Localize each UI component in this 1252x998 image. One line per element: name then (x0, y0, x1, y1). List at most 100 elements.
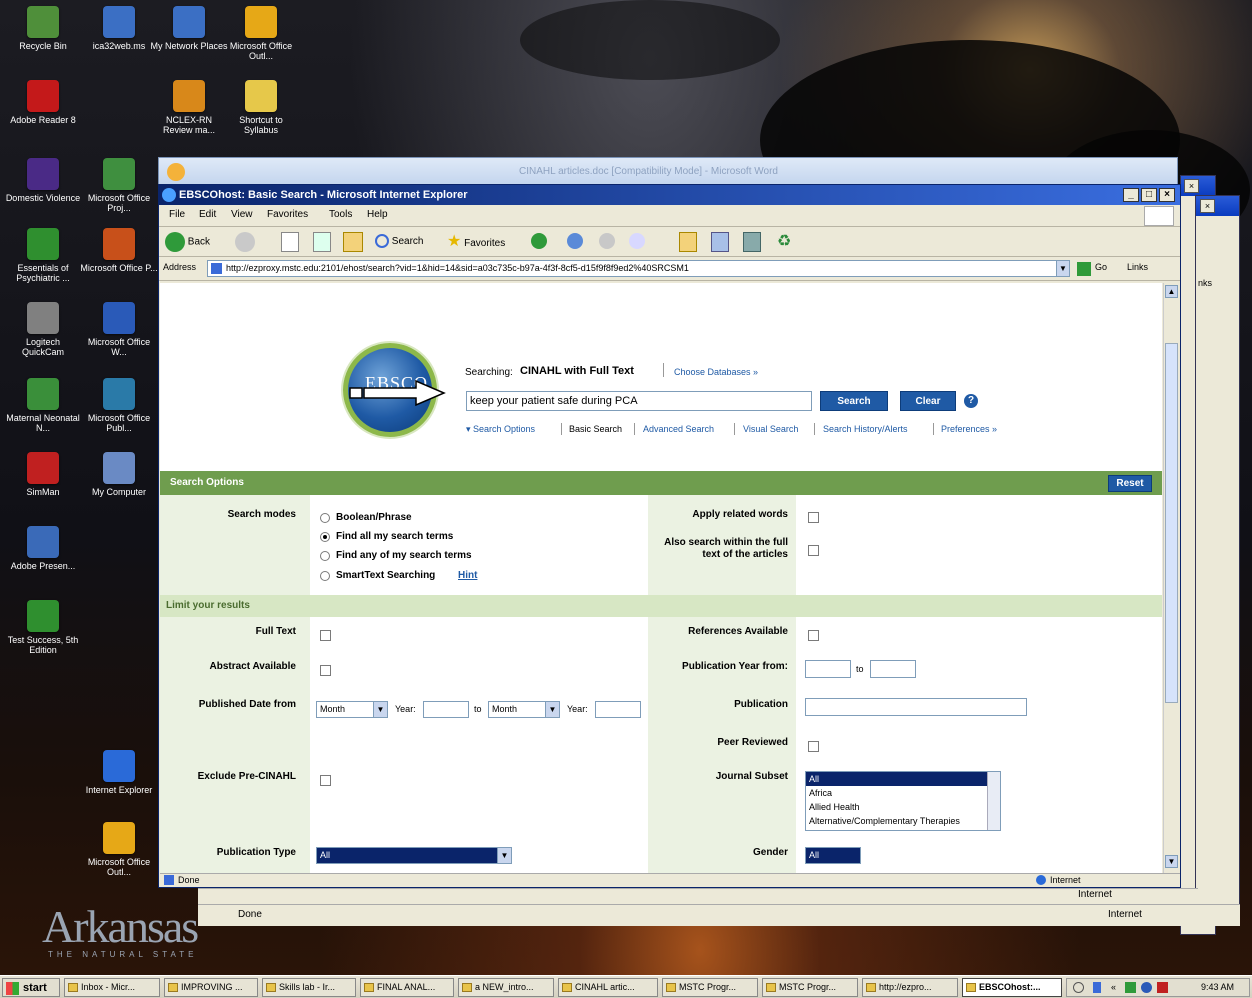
desktop-icon[interactable]: Internet Explorer (80, 750, 158, 795)
minimize-button[interactable]: _ (1123, 188, 1139, 202)
list-item[interactable]: Africa (806, 786, 1000, 800)
taskbar-button[interactable]: EBSCOhost:... (962, 978, 1062, 997)
desktop-icon[interactable]: Recycle Bin (4, 6, 82, 51)
taskbar-button[interactable]: http://ezpro... (862, 978, 958, 997)
ie-titlebar[interactable]: EBSCOhost: Basic Search - Microsoft Inte… (159, 185, 1180, 205)
refresh-icon[interactable] (313, 232, 331, 252)
menu-help[interactable]: Help (367, 209, 388, 220)
scroll-thumb[interactable] (1165, 343, 1178, 703)
desktop-icon[interactable]: Logitech QuickCam (4, 302, 82, 357)
desktop-icon[interactable]: Domestic Violence (4, 158, 82, 203)
desktop-icon[interactable]: Test Success, 5th Edition (4, 600, 82, 655)
hint-link[interactable]: Hint (458, 570, 477, 581)
office-button-icon[interactable] (167, 163, 185, 181)
clear-button[interactable]: Clear (900, 391, 956, 411)
mode-all-terms-radio[interactable] (320, 532, 330, 542)
publication-type-select[interactable]: All ▼ (316, 847, 512, 864)
start-button[interactable]: start (2, 978, 60, 997)
edit-icon[interactable] (629, 232, 645, 252)
visual-search-link[interactable]: Visual Search (743, 424, 798, 434)
desktop-icon[interactable]: Microsoft Office Proj... (80, 158, 158, 213)
search-button[interactable]: Search (375, 232, 423, 252)
word-window-titlebar[interactable]: CINAHL articles.doc [Compatibility Mode]… (158, 157, 1178, 185)
journal-subset-listbox[interactable]: All Africa Allied Health Alternative/Com… (805, 771, 1001, 831)
year-from-input[interactable] (423, 701, 469, 718)
peer-reviewed-checkbox[interactable] (808, 741, 819, 752)
also-search-checkbox[interactable] (808, 545, 819, 556)
background-window[interactable]: × nks (1195, 195, 1240, 925)
show-hidden-icon[interactable]: « (1111, 979, 1116, 996)
taskbar-button[interactable]: a NEW_intro... (458, 978, 554, 997)
page-scrollbar[interactable]: ▲ ▼ (1163, 283, 1179, 873)
close-button[interactable]: × (1159, 188, 1175, 202)
desktop-icon[interactable]: Essentials of Psychiatric ... (4, 228, 82, 283)
pub-year-to-input[interactable] (870, 660, 916, 678)
close-icon[interactable]: × (1184, 179, 1199, 193)
tray-app-icon[interactable] (1125, 982, 1136, 993)
favorites-button[interactable]: ★ Favorites (447, 232, 505, 252)
list-item[interactable]: Alternative/Complementary Therapies (806, 814, 1000, 828)
tray-app-icon[interactable] (1157, 982, 1168, 993)
search-options-link[interactable]: ▾ Search Options (466, 424, 535, 435)
close-icon[interactable]: × (1200, 199, 1215, 213)
taskbar-button[interactable]: CINAHL artic... (558, 978, 658, 997)
messenger-icon[interactable] (743, 232, 761, 252)
month-to-select[interactable]: Month ▼ (488, 701, 560, 718)
pub-year-from-input[interactable] (805, 660, 851, 678)
menu-view[interactable]: View (231, 209, 253, 220)
menu-favorites[interactable]: Favorites (267, 209, 308, 220)
month-from-select[interactable]: Month ▼ (316, 701, 388, 718)
home-icon[interactable] (343, 232, 363, 252)
scroll-down-icon[interactable]: ▼ (1165, 855, 1178, 868)
search-query-input[interactable]: keep your patient safe during PCA (466, 391, 812, 411)
abstract-checkbox[interactable] (320, 665, 331, 676)
exclude-pre-cinahl-checkbox[interactable] (320, 775, 331, 786)
clock[interactable]: 9:43 AM (1201, 979, 1234, 996)
recycle-icon[interactable]: ♻ (777, 232, 795, 252)
gender-select[interactable]: All (805, 847, 861, 864)
menu-file[interactable]: File (169, 209, 185, 220)
desktop-icon[interactable]: Maternal Neonatal N... (4, 378, 82, 433)
taskbar-button[interactable]: Inbox - Micr... (64, 978, 160, 997)
menu-edit[interactable]: Edit (199, 209, 216, 220)
menu-tools[interactable]: Tools (329, 209, 352, 220)
reset-button[interactable]: Reset (1108, 475, 1152, 492)
choose-databases-link[interactable]: Choose Databases » (674, 367, 758, 377)
mail-icon[interactable] (567, 232, 583, 252)
mode-boolean-radio[interactable] (320, 513, 330, 523)
listbox-scrollbar[interactable] (987, 772, 1000, 830)
advanced-search-link[interactable]: Advanced Search (643, 424, 714, 434)
history-icon[interactable] (531, 232, 547, 252)
list-item[interactable]: All (806, 772, 1000, 786)
back-button[interactable]: Back (165, 232, 210, 252)
links-button[interactable]: Links (1127, 262, 1148, 272)
scroll-up-icon[interactable]: ▲ (1165, 285, 1178, 298)
desktop-icon[interactable]: Microsoft Office P... (80, 228, 158, 273)
desktop-icon[interactable]: My Network Places (150, 6, 228, 51)
help-icon[interactable]: ? (964, 394, 978, 408)
taskbar-button[interactable]: IMPROVING ... (164, 978, 258, 997)
desktop-icon[interactable]: Microsoft Office Outl... (80, 822, 158, 877)
desktop-icon[interactable]: Adobe Reader 8 (4, 80, 82, 125)
taskbar-button[interactable]: MSTC Progr... (662, 978, 758, 997)
publication-input[interactable] (805, 698, 1027, 716)
apply-related-checkbox[interactable] (808, 512, 819, 523)
year-to-input[interactable] (595, 701, 641, 718)
mode-any-terms-radio[interactable] (320, 551, 330, 561)
print-icon[interactable] (599, 232, 615, 252)
network-icon[interactable] (1093, 982, 1101, 993)
help-icon[interactable] (1073, 982, 1084, 993)
list-item[interactable]: Allied Health (806, 800, 1000, 814)
forward-button[interactable] (235, 232, 255, 252)
search-button[interactable]: Search (820, 391, 888, 411)
search-history-link[interactable]: Search History/Alerts (823, 424, 908, 434)
address-dropdown-icon[interactable]: ▼ (1056, 260, 1070, 277)
desktop-icon[interactable]: My Computer (80, 452, 158, 497)
full-text-checkbox[interactable] (320, 630, 331, 641)
desktop-icon[interactable]: Microsoft Office W... (80, 302, 158, 357)
address-input[interactable]: http://ezproxy.mstc.edu:2101/ehost/searc… (207, 260, 1062, 277)
go-arrow-icon[interactable] (1077, 262, 1091, 276)
tray-app-icon[interactable] (1141, 982, 1152, 993)
stop-icon[interactable] (281, 232, 299, 252)
mode-smarttext-radio[interactable] (320, 571, 330, 581)
